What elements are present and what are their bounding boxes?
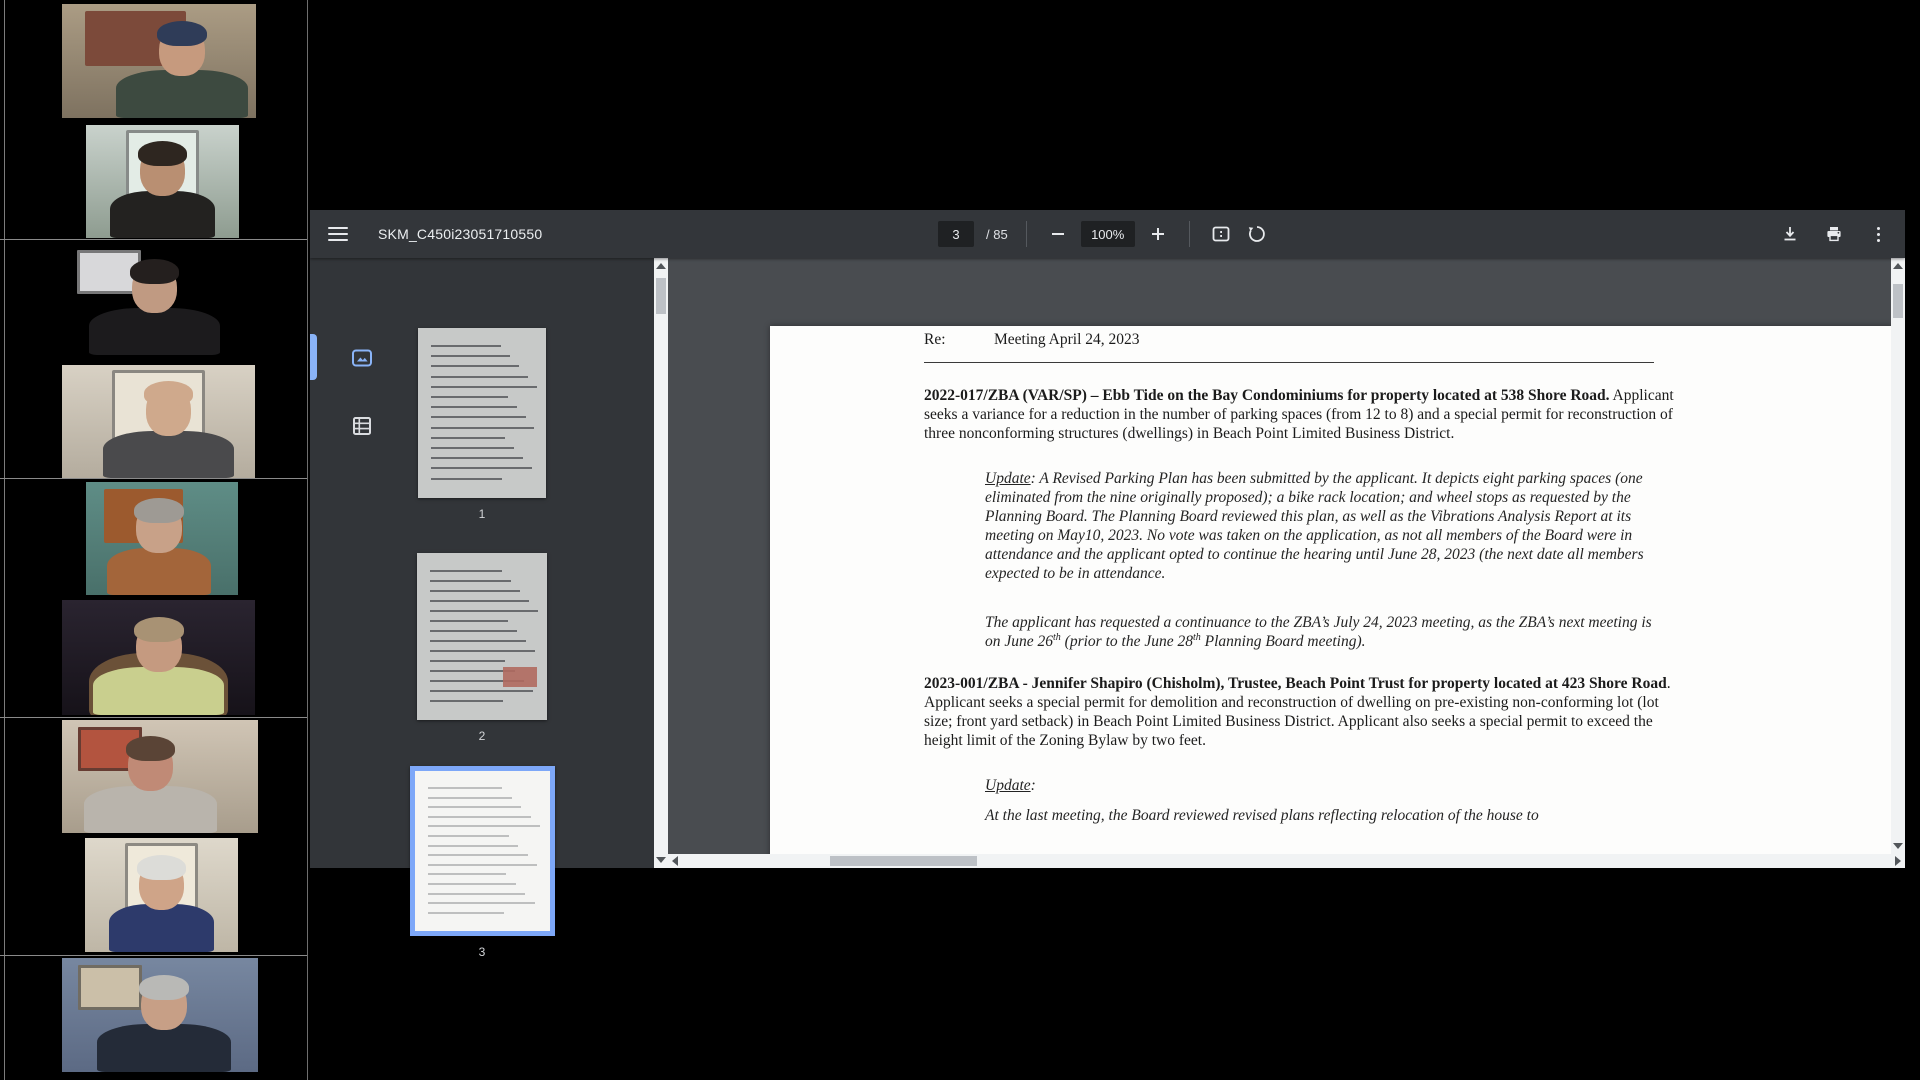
download-button[interactable]	[1777, 221, 1803, 247]
person-silhouette	[89, 308, 220, 355]
person-silhouette	[137, 855, 187, 880]
person-silhouette	[134, 617, 184, 642]
plus-icon	[1152, 228, 1164, 240]
person-silhouette	[84, 786, 217, 833]
zoom-in-button[interactable]	[1145, 221, 1171, 247]
person-silhouette	[107, 548, 210, 595]
participant-video-9[interactable]	[62, 958, 258, 1072]
horizontal-scrollbar-thumb[interactable]	[830, 856, 977, 866]
page-number-input[interactable]	[938, 221, 974, 247]
zoom-out-button[interactable]	[1045, 221, 1071, 247]
stage-divider	[307, 0, 308, 1080]
document-re: Re:Meeting April 24, 2023	[924, 330, 1690, 349]
toolbar-separator	[1026, 221, 1027, 247]
thumbnail-page-number: 3	[310, 945, 654, 959]
fit-page-icon	[1211, 224, 1231, 244]
rotate-button[interactable]	[1244, 221, 1270, 247]
person-silhouette	[157, 21, 207, 46]
thumbnail-page-number: 2	[310, 729, 654, 743]
person-silhouette	[130, 259, 179, 284]
vertical-scrollbar-thumb[interactable]	[1893, 284, 1903, 318]
zoom-level-input[interactable]	[1081, 221, 1135, 247]
menu-icon[interactable]	[328, 227, 348, 241]
participant-video-3[interactable]	[62, 243, 255, 355]
sidebar-scrollbar-thumb[interactable]	[656, 278, 666, 314]
document-italic: At the last meeting, the Board reviewed …	[985, 806, 1663, 825]
filmstrip-border-left	[4, 0, 5, 1080]
meeting-screen: SKM_C450i23051710550 / 85	[0, 0, 1920, 1080]
person-silhouette	[134, 498, 183, 523]
filmstrip-divider	[0, 717, 307, 718]
participant-video-6[interactable]	[62, 600, 255, 715]
toolbar-right	[1777, 210, 1891, 258]
fit-page-button[interactable]	[1208, 221, 1234, 247]
filmstrip-divider	[0, 478, 307, 479]
pdf-page: Re:Meeting April 24, 2023 2022-017/ZBA (V…	[770, 326, 1891, 854]
minus-icon	[1052, 233, 1064, 235]
person-silhouette	[126, 736, 175, 761]
sidebar-scrollbar[interactable]	[654, 258, 668, 868]
participant-video-7[interactable]	[62, 720, 258, 833]
document-area: Re:Meeting April 24, 2023 2022-017/ZBA (V…	[668, 258, 1891, 854]
toolbar-separator	[1189, 221, 1190, 247]
participant-video-1[interactable]	[62, 4, 256, 118]
document-italic: The applicant has requested a continuanc…	[985, 613, 1663, 651]
participant-video-5[interactable]	[86, 482, 238, 595]
page-content: Re:Meeting April 24, 2023 2022-017/ZBA (V…	[924, 330, 1690, 825]
document-title: SKM_C450i23051710550	[378, 226, 542, 242]
print-button[interactable]	[1821, 221, 1847, 247]
page-total: / 85	[986, 227, 1008, 242]
horizontal-scrollbar[interactable]	[668, 854, 1905, 868]
person-silhouette	[109, 904, 213, 952]
more-options-button[interactable]	[1865, 221, 1891, 247]
person-silhouette	[139, 975, 189, 1000]
toolbar-center: / 85	[938, 210, 1270, 258]
page-thumbnail-2[interactable]: 2	[310, 553, 654, 743]
print-icon	[1825, 225, 1843, 243]
vertical-scrollbar[interactable]	[1891, 258, 1905, 854]
document-rule	[924, 362, 1654, 363]
page-thumbnail-1[interactable]: 1	[310, 328, 654, 521]
participant-strip	[0, 0, 307, 1080]
person-silhouette	[138, 141, 187, 166]
pdf-toolbar: SKM_C450i23051710550 / 85	[310, 210, 1905, 258]
filmstrip-divider	[0, 955, 307, 956]
person-silhouette	[93, 667, 224, 715]
person-silhouette	[116, 70, 248, 118]
filmstrip-divider	[0, 239, 307, 240]
person-silhouette	[144, 381, 193, 406]
thumbnail-sidebar: 123	[310, 258, 654, 868]
participant-video-2[interactable]	[86, 125, 239, 238]
frame-backdrop	[78, 965, 143, 1010]
document-update: Update: A Revised Parking Plan has been …	[985, 469, 1663, 583]
document-update: Update:	[985, 776, 1663, 795]
pdf-viewer: SKM_C450i23051710550 / 85	[310, 210, 1905, 868]
page-thumbnail-3[interactable]: 3	[310, 766, 654, 959]
rotate-icon	[1247, 224, 1267, 244]
participant-video-4[interactable]	[62, 365, 255, 478]
person-silhouette	[97, 1024, 230, 1072]
download-icon	[1781, 225, 1799, 243]
participant-video-8[interactable]	[85, 838, 238, 952]
document-entry: 2023-001/ZBA - Jennifer Shapiro (Chishol…	[924, 674, 1690, 750]
toolbar-left: SKM_C450i23051710550	[310, 210, 542, 258]
person-silhouette	[103, 431, 234, 478]
person-silhouette	[110, 191, 214, 238]
thumbnail-page-number: 1	[310, 507, 654, 521]
document-entry: 2022-017/ZBA (VAR/SP) – Ebb Tide on the …	[924, 386, 1690, 443]
